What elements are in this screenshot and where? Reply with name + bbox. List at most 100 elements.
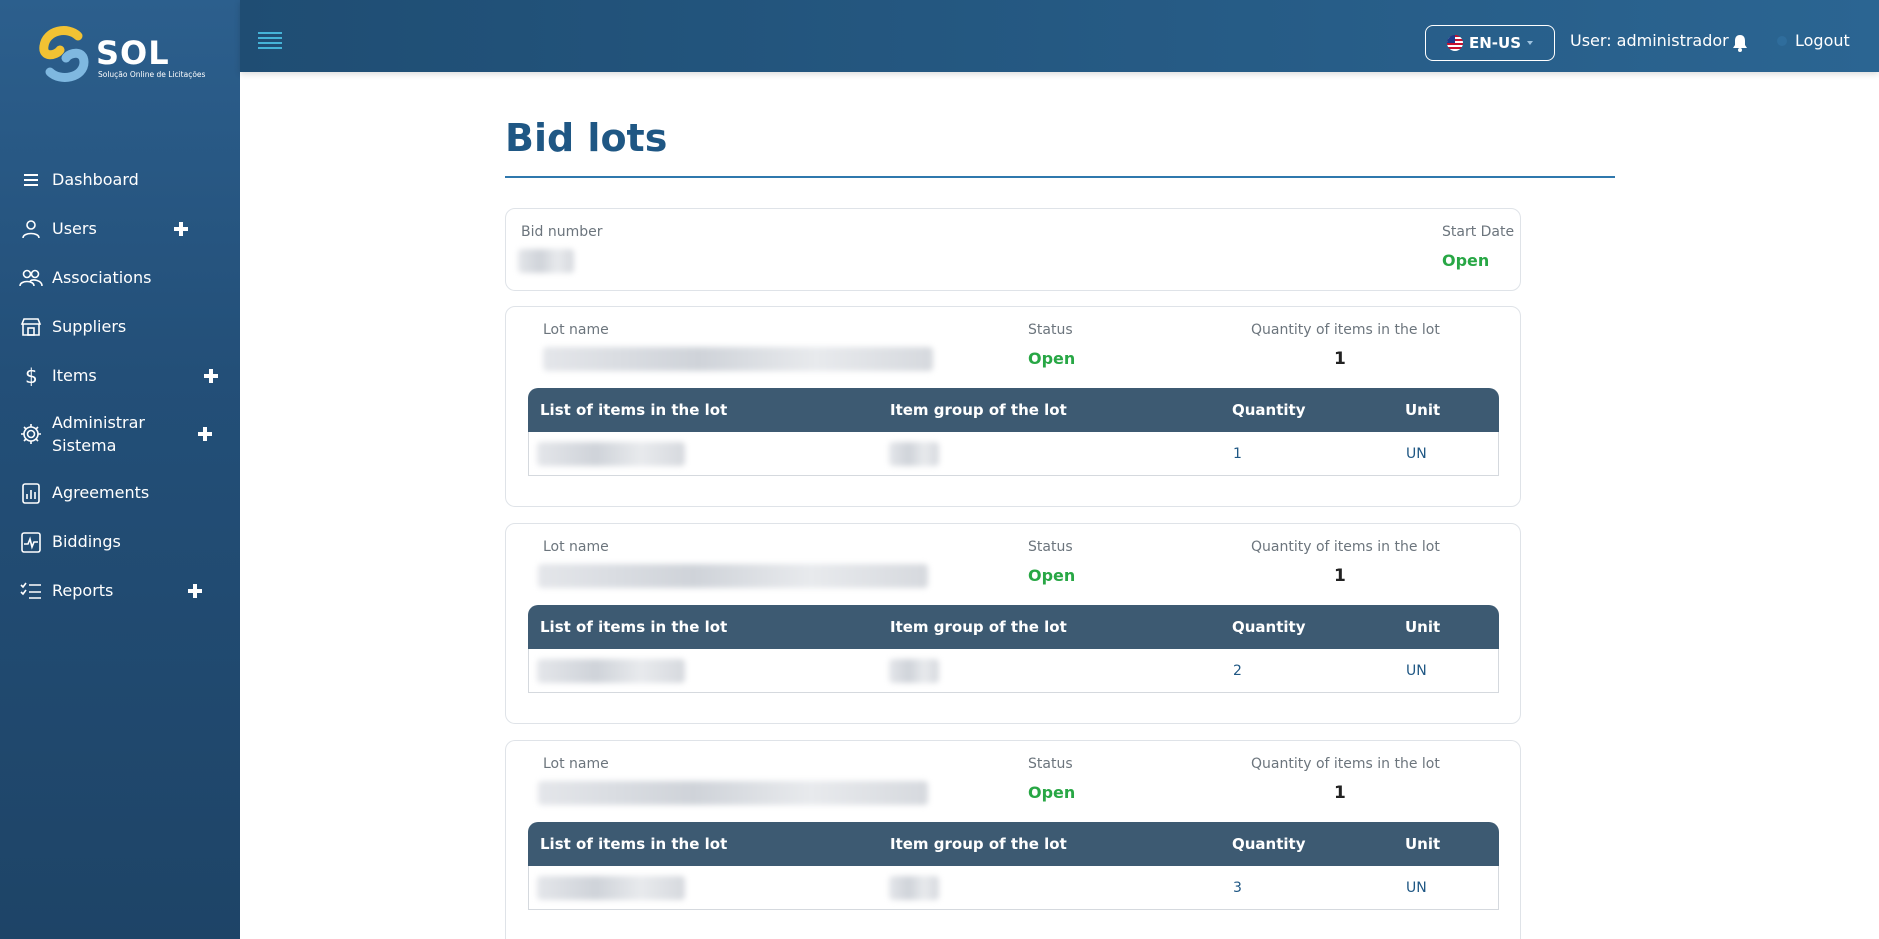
sidebar-item-label: Users bbox=[52, 219, 97, 238]
col-items: List of items in the lot bbox=[540, 401, 728, 419]
lot-status-label: Status bbox=[1028, 756, 1073, 772]
row-unit: UN bbox=[1406, 446, 1427, 462]
item-group-redacted bbox=[889, 876, 939, 900]
lot-card: Lot name Status Open Quantity of items i… bbox=[505, 306, 1521, 507]
lot-status-value: Open bbox=[1028, 566, 1076, 585]
row-quantity: 2 bbox=[1233, 663, 1242, 679]
col-quantity: Quantity bbox=[1232, 618, 1306, 636]
sidebar-item-reports[interactable]: Reports bbox=[0, 566, 240, 615]
lot-items-table: List of items in the lot Item group of t… bbox=[528, 605, 1499, 693]
sidebar-item-administrar-sistema[interactable]: Administrar Sistema bbox=[0, 400, 240, 468]
table-header: List of items in the lot Item group of t… bbox=[528, 388, 1499, 432]
list-check-icon bbox=[18, 578, 44, 604]
lot-name-value-redacted bbox=[538, 781, 928, 805]
topbar: EN-US User: administrador Logout bbox=[240, 0, 1879, 72]
col-quantity: Quantity bbox=[1232, 835, 1306, 853]
user-icon bbox=[18, 216, 44, 242]
lot-qty-label: Quantity of items in the lot bbox=[1251, 756, 1440, 772]
pulse-doc-icon bbox=[18, 529, 44, 555]
col-quantity: Quantity bbox=[1232, 401, 1306, 419]
page-title: Bid lots bbox=[505, 116, 668, 160]
gear-icon bbox=[18, 421, 44, 447]
col-unit: Unit bbox=[1405, 401, 1441, 419]
item-group-redacted bbox=[889, 659, 939, 683]
sidebar-item-dashboard[interactable]: Dashboard bbox=[0, 155, 240, 204]
expand-plus-icon[interactable] bbox=[174, 221, 188, 236]
sidebar-item-agreements[interactable]: Agreements bbox=[0, 468, 240, 517]
logout-label: Logout bbox=[1795, 31, 1850, 50]
lot-items-table: List of items in the lot Item group of t… bbox=[528, 388, 1499, 476]
sidebar-item-items[interactable]: $ Items bbox=[0, 351, 240, 400]
col-items: List of items in the lot bbox=[540, 618, 728, 636]
table-header: List of items in the lot Item group of t… bbox=[528, 605, 1499, 649]
col-group: Item group of the lot bbox=[890, 401, 1067, 419]
store-icon bbox=[18, 314, 44, 340]
row-quantity: 3 bbox=[1233, 880, 1242, 896]
col-unit: Unit bbox=[1405, 618, 1441, 636]
brand-tagline: Solução Online de Licitações bbox=[98, 70, 206, 79]
lot-name-label: Lot name bbox=[543, 539, 609, 555]
sidebar-item-associations[interactable]: Associations bbox=[0, 253, 240, 302]
bid-number-value-redacted bbox=[518, 249, 574, 273]
col-unit: Unit bbox=[1405, 835, 1441, 853]
logout-button[interactable]: Logout bbox=[1777, 31, 1850, 50]
sidebar-item-label: Dashboard bbox=[52, 170, 139, 189]
bid-number-label: Bid number bbox=[521, 224, 603, 240]
chart-doc-icon bbox=[18, 480, 44, 506]
row-quantity: 1 bbox=[1233, 446, 1242, 462]
col-items: List of items in the lot bbox=[540, 835, 728, 853]
language-selector[interactable]: EN-US bbox=[1425, 25, 1555, 61]
current-user: User: administrador bbox=[1570, 31, 1729, 50]
us-flag-icon bbox=[1446, 35, 1463, 51]
lot-qty-value: 1 bbox=[1334, 566, 1346, 586]
lot-name-value-redacted bbox=[538, 564, 928, 588]
chevron-down-icon bbox=[1527, 41, 1533, 45]
lot-name-label: Lot name bbox=[543, 322, 609, 338]
lot-status-label: Status bbox=[1028, 539, 1073, 555]
users-group-icon bbox=[18, 265, 44, 291]
lot-qty-value: 1 bbox=[1334, 783, 1346, 803]
col-group: Item group of the lot bbox=[890, 835, 1067, 853]
sidebar: SOL Solução Online de Licitações Dashboa… bbox=[0, 0, 240, 939]
bid-info-card: Bid number Start Date Open bbox=[505, 208, 1521, 291]
sidebar-item-label: Associations bbox=[52, 268, 152, 287]
lot-card: Lot name Status Open Quantity of items i… bbox=[505, 523, 1521, 724]
title-divider bbox=[505, 176, 1615, 178]
lot-qty-label: Quantity of items in the lot bbox=[1251, 322, 1440, 338]
menu-lines-icon bbox=[18, 167, 44, 193]
svg-text:$: $ bbox=[25, 365, 38, 387]
lot-name-value-redacted bbox=[543, 347, 933, 371]
sidebar-nav: Dashboard Users Associations Suppliers $ bbox=[0, 155, 240, 615]
start-date-label: Start Date bbox=[1442, 224, 1515, 240]
sidebar-item-suppliers[interactable]: Suppliers bbox=[0, 302, 240, 351]
sidebar-item-biddings[interactable]: Biddings bbox=[0, 517, 240, 566]
item-name-redacted bbox=[537, 876, 685, 900]
dollar-icon: $ bbox=[18, 363, 44, 389]
bell-icon[interactable] bbox=[1732, 34, 1748, 52]
lot-items-table: List of items in the lot Item group of t… bbox=[528, 822, 1499, 910]
hamburger-menu-icon[interactable] bbox=[258, 32, 282, 52]
sidebar-item-label: Agreements bbox=[52, 483, 150, 502]
sidebar-item-label: Reports bbox=[52, 581, 114, 600]
expand-plus-icon[interactable] bbox=[204, 368, 218, 383]
lot-qty-label: Quantity of items in the lot bbox=[1251, 539, 1440, 555]
lot-status-value: Open bbox=[1028, 349, 1076, 368]
sol-logo[interactable]: SOL Solução Online de Licitações bbox=[38, 26, 208, 84]
row-unit: UN bbox=[1406, 880, 1427, 896]
expand-plus-icon[interactable] bbox=[188, 583, 202, 598]
language-code: EN-US bbox=[1468, 34, 1521, 52]
sidebar-item-label: Items bbox=[52, 366, 97, 385]
start-date-value: Open bbox=[1442, 251, 1490, 270]
sidebar-item-label: Biddings bbox=[52, 532, 121, 551]
item-group-redacted bbox=[889, 442, 939, 466]
lot-qty-value: 1 bbox=[1334, 349, 1346, 369]
table-header: List of items in the lot Item group of t… bbox=[528, 822, 1499, 866]
sidebar-item-label: Administrar Sistema bbox=[52, 413, 146, 455]
logout-icon bbox=[1777, 35, 1787, 46]
item-name-redacted bbox=[537, 659, 685, 683]
col-group: Item group of the lot bbox=[890, 618, 1067, 636]
sidebar-item-users[interactable]: Users bbox=[0, 204, 240, 253]
table-row: 2 UN bbox=[528, 649, 1499, 693]
expand-plus-icon[interactable] bbox=[198, 427, 212, 441]
lot-status-label: Status bbox=[1028, 322, 1073, 338]
